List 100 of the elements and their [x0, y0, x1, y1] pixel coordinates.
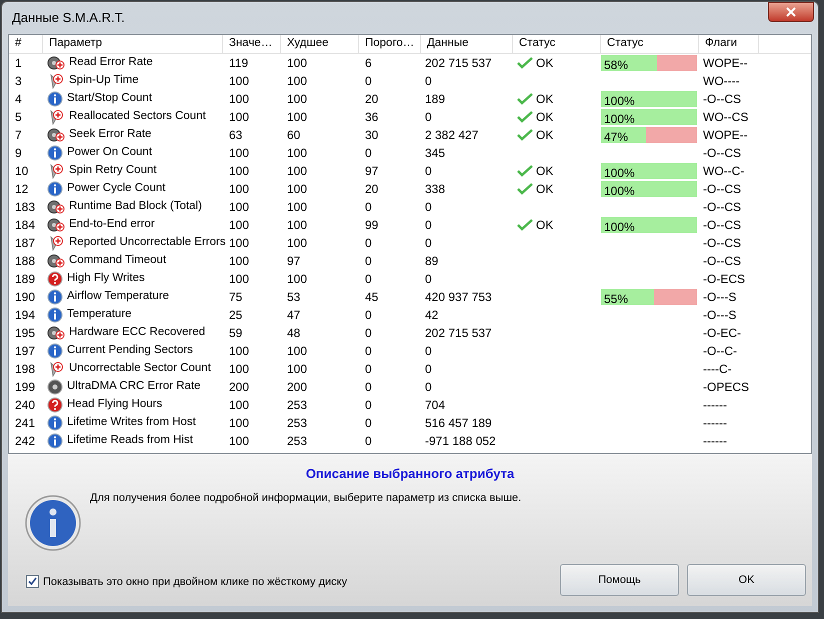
table-cell-text: 100 — [286, 271, 308, 288]
column-header[interactable]: Данные — [421, 35, 513, 53]
percent-text: 55% — [604, 291, 628, 308]
table-cell-text: WOPE-- — [702, 127, 749, 144]
status-text: OK — [536, 109, 554, 126]
table-cell-text: 0 — [424, 217, 433, 234]
table-cell-text: -O--CS — [702, 199, 742, 216]
table-cell-text: 99 — [364, 217, 380, 234]
column-header[interactable]: Порого… — [359, 35, 421, 53]
table-cell-text: 200 — [228, 379, 250, 396]
table-cell-text: 100 — [286, 91, 308, 108]
table-cell-text: -O-EC- — [702, 325, 742, 342]
table-cell-text: 0 — [424, 109, 433, 126]
table-cell-text: 100 — [228, 73, 250, 90]
table-cell-text: 194 — [14, 307, 36, 324]
table-cell-text: 0 — [424, 343, 433, 360]
parameter-name: End-to-End error — [69, 217, 155, 232]
table-cell-text: -971 188 052 — [424, 433, 497, 450]
disk-plus-icon — [47, 199, 65, 215]
parameter-name: Current Pending Sectors — [67, 343, 193, 358]
table-cell-text: 338 — [424, 181, 446, 198]
table-cell-text: 100 — [228, 163, 250, 180]
table-cell-text: 0 — [364, 361, 373, 378]
parameter-name: Temperature — [67, 307, 132, 322]
table-cell-text: 0 — [424, 73, 433, 90]
table-cell-text: 119 — [228, 55, 250, 72]
table-cell-text: 75 — [228, 289, 244, 306]
column-header[interactable]: Статус — [601, 35, 699, 53]
table-cell-text: 242 — [14, 433, 36, 450]
parameter-name: Spin Retry Count — [69, 163, 157, 178]
table-cell-text: 1 — [14, 55, 23, 72]
check-icon — [517, 219, 533, 231]
column-header[interactable]: # — [9, 35, 43, 53]
info-icon — [47, 433, 63, 449]
table-cell-text: 0 — [364, 343, 373, 360]
table-cell-text: WO--CS — [702, 109, 750, 126]
status-text: OK — [536, 91, 554, 108]
parameter-name: UltraDMA CRC Error Rate — [67, 379, 201, 394]
column-header[interactable]: Худшее — [281, 35, 359, 53]
dialog-button[interactable]: OK — [687, 564, 806, 596]
table-cell-text: 0 — [364, 271, 373, 288]
table-cell-text: 704 — [424, 397, 446, 414]
table-cell-text: 100 — [228, 181, 250, 198]
table-cell-text: 100 — [228, 271, 250, 288]
parameter-name: Lifetime Reads from Hist — [67, 433, 193, 448]
table-cell-text: 7 — [14, 127, 23, 144]
table-cell-text: 100 — [286, 145, 308, 162]
question-icon — [47, 271, 63, 287]
table-cell-text: 25 — [228, 307, 244, 324]
info-icon — [47, 91, 63, 107]
table-cell-text: 59 — [228, 325, 244, 342]
table-cell-text: 0 — [424, 271, 433, 288]
percent-text: 58% — [604, 57, 628, 74]
table-cell-text: 100 — [286, 55, 308, 72]
table-cell-text: 100 — [228, 397, 250, 414]
checkmark-icon — [28, 577, 37, 586]
percent-text: 47% — [604, 129, 628, 146]
table-cell-text: 63 — [228, 127, 244, 144]
info-icon — [47, 289, 63, 305]
parameter-name: Airflow Temperature — [67, 289, 170, 304]
table-cell-text: WO--C- — [702, 163, 746, 180]
info-icon — [47, 307, 63, 323]
close-button[interactable] — [768, 2, 814, 22]
disk-plus-icon — [47, 55, 65, 71]
status-text: OK — [536, 55, 554, 72]
status-text: OK — [536, 127, 554, 144]
table-cell-text: 100 — [286, 343, 308, 360]
table-cell-text: 253 — [286, 433, 308, 450]
checkbox-label: Показывать это окно при двойном клике по жёсткому диску — [43, 574, 348, 590]
parameter-name: Command Timeout — [69, 253, 166, 268]
table-cell-text: 420 937 753 — [424, 289, 493, 306]
column-header[interactable]: Флаги — [699, 35, 759, 53]
table-cell-text: WO---- — [702, 73, 741, 90]
table-cell-text: 0 — [364, 145, 373, 162]
column-header[interactable]: Значе… — [223, 35, 281, 53]
table-cell-text: 6 — [364, 55, 373, 72]
table-cell-text: 100 — [286, 109, 308, 126]
table-cell-text: 100 — [228, 415, 250, 432]
table-cell-text: 10 — [14, 163, 30, 180]
table-cell-text: 0 — [424, 235, 433, 252]
column-header[interactable]: Статус — [513, 35, 601, 53]
table-cell-text: -O--CS — [702, 181, 742, 198]
column-header[interactable]: Параметр — [43, 35, 223, 53]
table-cell-text: 30 — [364, 127, 380, 144]
check-icon — [517, 93, 533, 105]
checkbox[interactable] — [26, 575, 39, 588]
table-cell-text: 0 — [424, 379, 433, 396]
table-cell-text: 20 — [364, 91, 380, 108]
table-cell-text: 187 — [14, 235, 36, 252]
table-cell-text: 0 — [364, 397, 373, 414]
table-cell-text: 20 — [364, 181, 380, 198]
table-cell-text: 253 — [286, 415, 308, 432]
dialog-button[interactable]: Помощь — [560, 564, 679, 596]
table-cell-text: 100 — [286, 181, 308, 198]
table-cell-text: -O--CS — [702, 145, 742, 162]
window-title: Данные S.M.A.R.T. — [11, 9, 125, 28]
table-cell-text: 100 — [228, 235, 250, 252]
table-cell-text: 188 — [14, 253, 36, 270]
table-cell-text: 253 — [286, 397, 308, 414]
description-text: Для получения более подробной информации, выберите параметр из списка выше. — [90, 490, 522, 506]
